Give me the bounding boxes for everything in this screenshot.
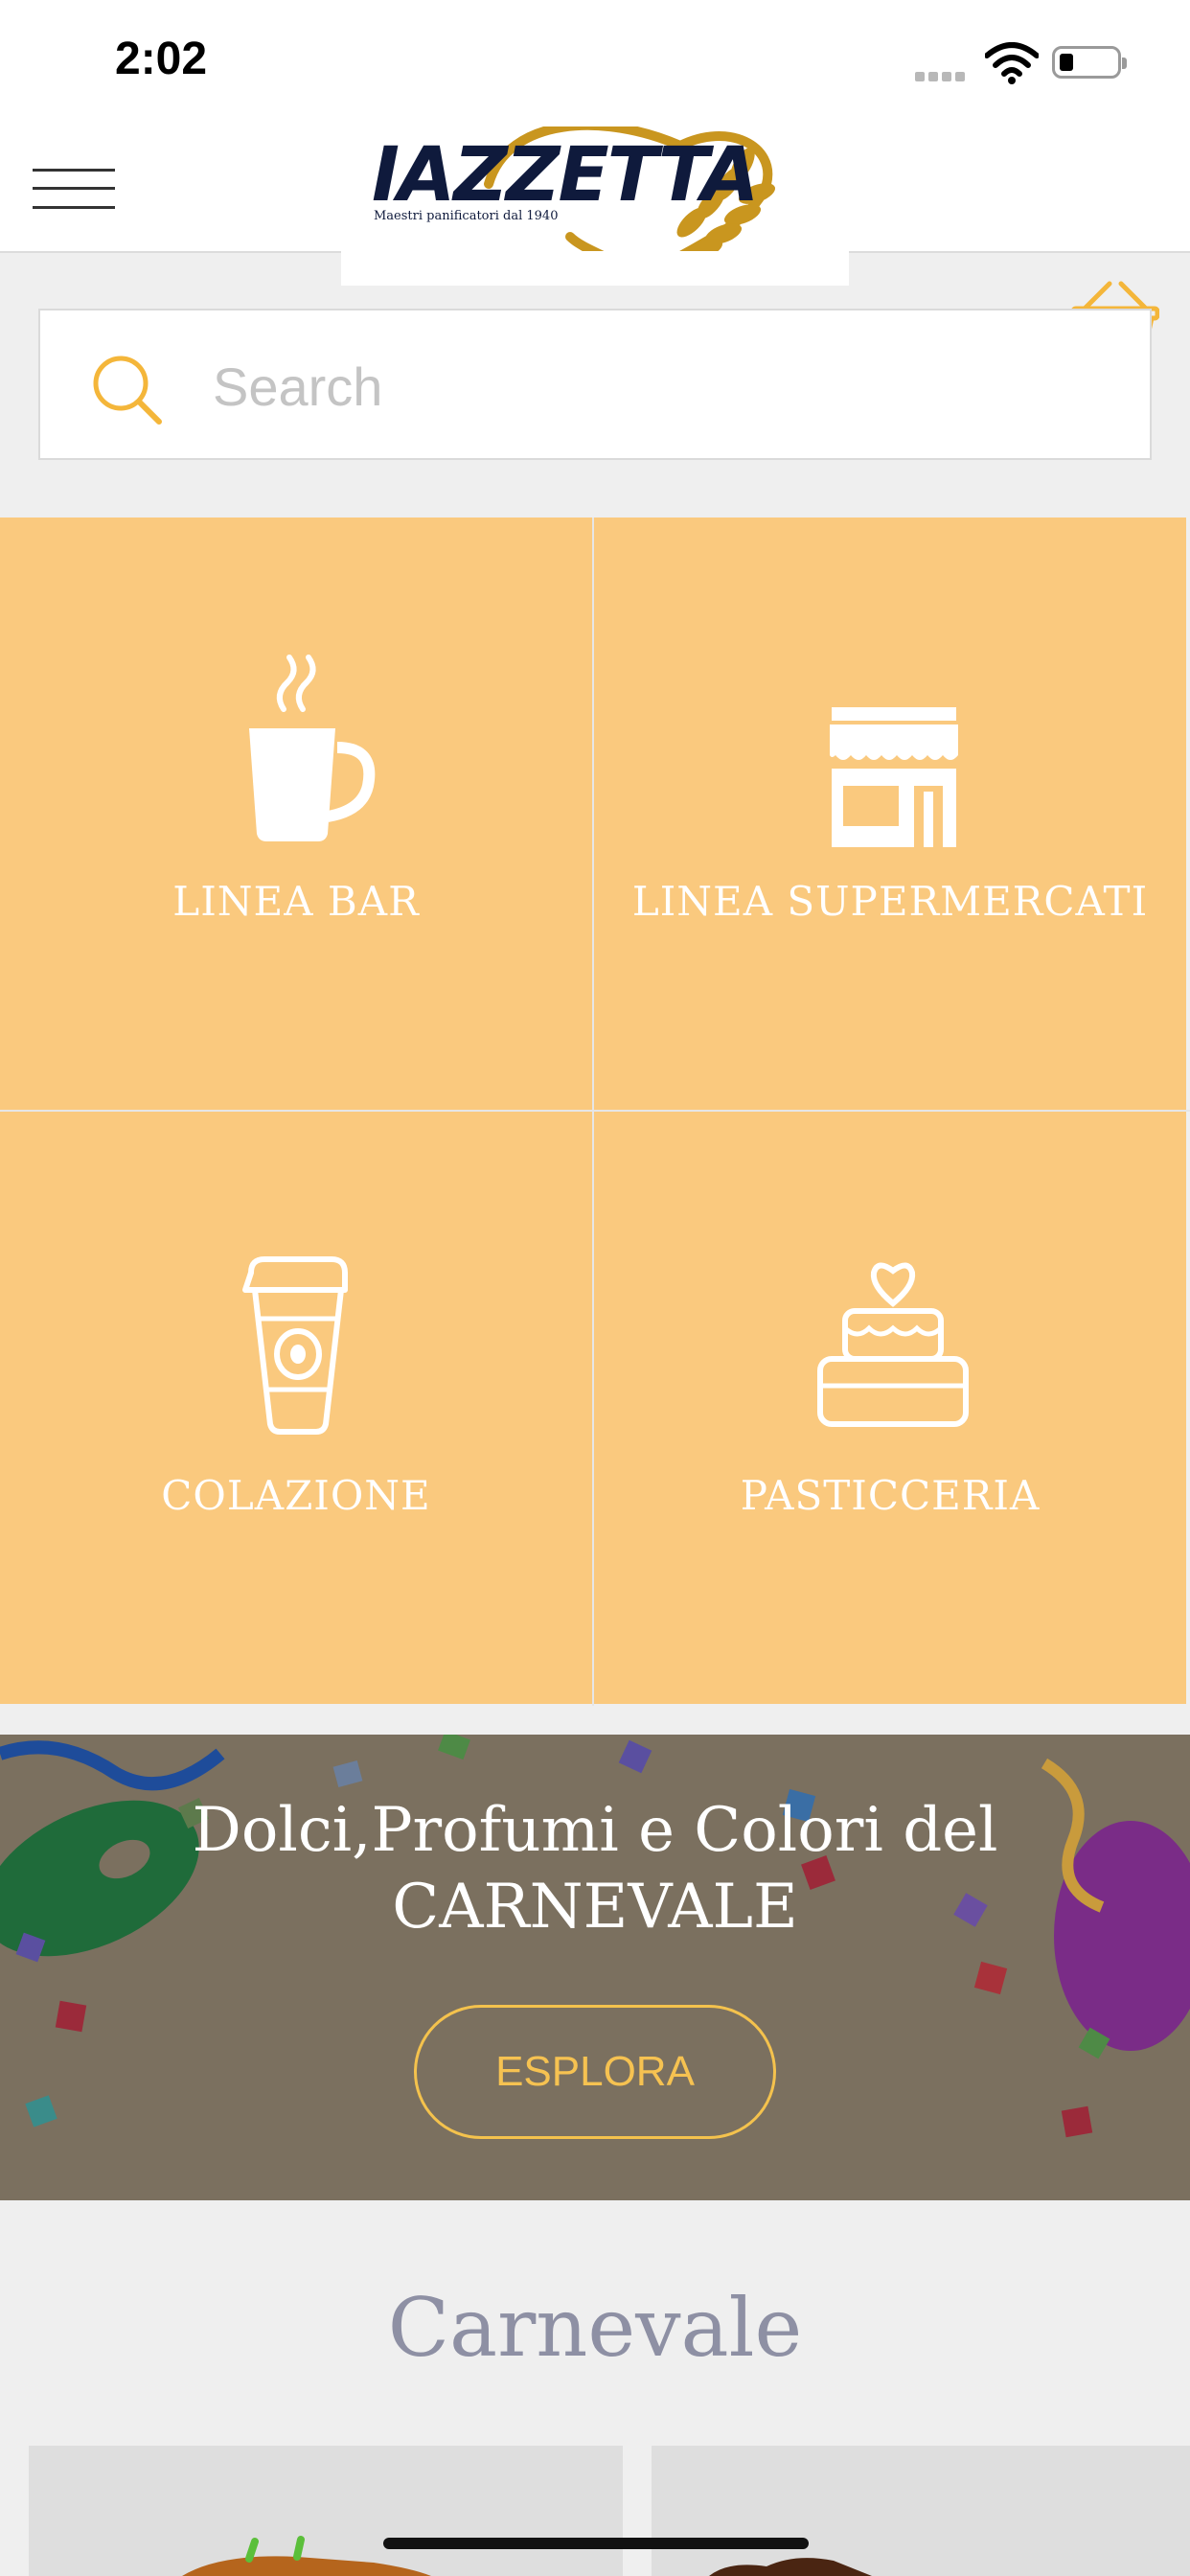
product-image bbox=[29, 2446, 623, 2576]
grid-divider bbox=[592, 518, 594, 1706]
category-grid: LINEA BAR LINEA SUPERMERCATI COLAZIONE P… bbox=[0, 518, 1190, 1706]
battery-icon bbox=[1052, 46, 1127, 79]
category-label: LINEA SUPERMERCATI bbox=[631, 878, 1149, 925]
category-tile-linea-bar[interactable]: LINEA BAR bbox=[0, 518, 592, 1110]
logo-tab bbox=[341, 251, 849, 286]
home-indicator[interactable] bbox=[383, 2538, 809, 2549]
category-label: PASTICCERIA bbox=[740, 1472, 1041, 1519]
wifi-icon bbox=[985, 42, 1039, 84]
grid-divider bbox=[0, 1110, 1190, 1112]
banner-title-line-1: Dolci,Profumi e Colori del bbox=[192, 1795, 998, 1866]
category-label: LINEA BAR bbox=[172, 878, 420, 925]
banner-title: Dolci,Profumi e Colori del CARNEVALE bbox=[0, 1792, 1190, 1945]
logo-wordmark: IAZZETTA bbox=[372, 132, 759, 218]
category-tile-pasticceria[interactable]: PASTICCERIA bbox=[594, 1112, 1186, 1704]
promo-banner[interactable]: Dolci,Profumi e Colori del CARNEVALE ESP… bbox=[0, 1735, 1190, 2200]
takeaway-cup-icon bbox=[242, 1256, 348, 1435]
cake-icon bbox=[817, 1262, 969, 1427]
status-bar: 2:02 bbox=[0, 0, 1190, 126]
status-time: 2:02 bbox=[115, 34, 208, 84]
product-card[interactable] bbox=[652, 2446, 1190, 2576]
search-input[interactable] bbox=[211, 345, 1077, 427]
search-icon bbox=[93, 356, 162, 425]
section-title: Carnevale bbox=[387, 2281, 803, 2375]
cellular-signal-icon bbox=[915, 69, 969, 86]
category-tile-colazione[interactable]: COLAZIONE bbox=[0, 1112, 592, 1704]
storefront-icon bbox=[830, 707, 958, 847]
search-bar[interactable] bbox=[38, 309, 1152, 460]
banner-title-line-2: CARNEVALE bbox=[392, 1872, 798, 1943]
product-image bbox=[652, 2446, 1190, 2576]
category-tile-linea-supermercati[interactable]: LINEA SUPERMERCATI bbox=[594, 518, 1186, 1110]
category-label: COLAZIONE bbox=[161, 1472, 431, 1519]
logo-tagline: Maestri panificatori dal 1940 bbox=[374, 209, 559, 223]
hamburger-menu-icon[interactable] bbox=[33, 165, 115, 213]
product-card[interactable] bbox=[29, 2446, 623, 2576]
top-nav-bar: IAZZETTA Maestri panificatori dal 1940 bbox=[0, 126, 1190, 356]
coffee-cup-icon bbox=[249, 655, 376, 841]
explore-button[interactable]: ESPLORA bbox=[414, 2005, 776, 2139]
